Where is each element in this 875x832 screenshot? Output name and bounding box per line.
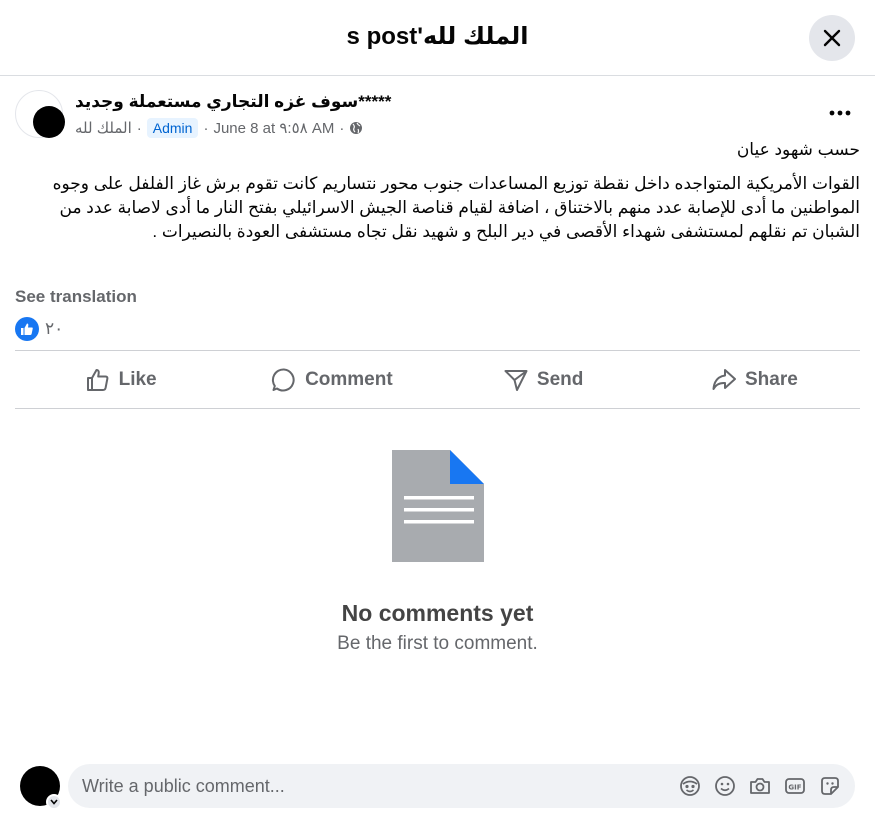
no-comments-title: No comments yet xyxy=(341,600,534,626)
avatar-face-icon xyxy=(679,776,700,796)
reactions-summary[interactable]: ٢٠ xyxy=(15,317,63,341)
like-button[interactable]: Like xyxy=(15,351,226,408)
document-icon xyxy=(391,450,484,562)
thumbs-up-icon xyxy=(86,368,108,391)
post-header: *****سوف غزه التجاري مستعملة وجديد الملك… xyxy=(15,90,860,140)
comment-box: GIF xyxy=(68,764,855,808)
share-button[interactable]: Share xyxy=(649,351,860,408)
post-action-bar: Like Comment Send Share xyxy=(15,351,860,408)
smiley-icon xyxy=(714,776,735,796)
send-icon xyxy=(504,369,528,391)
share-label: Share xyxy=(744,368,798,390)
chevron-down-icon xyxy=(50,799,58,805)
see-translation-link[interactable]: See translation xyxy=(15,287,137,307)
separator-dot: · xyxy=(339,119,345,137)
divider xyxy=(15,408,860,409)
comment-bubble-icon xyxy=(272,368,295,391)
avatar-sticker-button[interactable] xyxy=(672,769,707,804)
no-comments-state: No comments yet Be the first to comment. xyxy=(0,450,875,655)
author-avatar[interactable] xyxy=(33,106,65,138)
post-timestamp[interactable]: June 8 at ٩:٥٨ AM xyxy=(213,119,334,137)
admin-badge: Admin xyxy=(146,118,199,138)
dialog-title: الملك لله's post xyxy=(346,23,529,50)
svg-text:GIF: GIF xyxy=(788,784,801,792)
comment-composer: GIF xyxy=(20,764,860,812)
author-page-name[interactable]: الملك لله xyxy=(75,119,132,137)
send-button[interactable]: Send xyxy=(438,351,649,408)
separator-dot: · xyxy=(203,119,209,137)
post-paragraph: حسب شهود عيان xyxy=(736,140,860,159)
like-reaction-icon xyxy=(15,317,39,341)
gif-button[interactable]: GIF xyxy=(777,769,812,804)
camera-icon xyxy=(749,778,770,794)
comment-button[interactable]: Comment xyxy=(226,351,437,408)
sticker-button[interactable] xyxy=(812,769,847,804)
comment-label: Comment xyxy=(305,368,393,390)
close-icon xyxy=(823,29,841,47)
globe-icon xyxy=(350,122,363,134)
more-options-button[interactable] xyxy=(825,98,855,128)
composer-tools: GIF xyxy=(672,769,847,804)
share-arrow-icon xyxy=(712,368,736,390)
comment-input[interactable] xyxy=(68,775,672,797)
close-button[interactable] xyxy=(809,15,855,61)
emoji-button[interactable] xyxy=(707,769,742,804)
post-paragraph: القوات الأمريكية المتواجده داخل نقطة توز… xyxy=(52,174,860,241)
separator-dot: · xyxy=(136,119,142,137)
no-comments-subtitle: Be the first to comment. xyxy=(337,633,538,654)
photo-button[interactable] xyxy=(742,769,777,804)
sticker-icon xyxy=(820,777,839,795)
gif-icon: GIF xyxy=(784,778,805,794)
post-text: حسب شهود عيان القوات الأمريكية المتواجده… xyxy=(20,138,860,244)
like-label: Like xyxy=(118,368,157,390)
send-label: Send xyxy=(536,368,584,390)
author-name[interactable]: *****سوف غزه التجاري مستعملة وجديد xyxy=(75,92,391,112)
more-dots-icon xyxy=(829,110,851,116)
post-meta: الملك لله · Admin · June 8 at ٩:٥٨ AM · xyxy=(75,118,363,138)
dialog-header: الملك لله's post xyxy=(0,0,875,76)
profile-switch-button[interactable] xyxy=(46,794,62,810)
reaction-count: ٢٠ xyxy=(45,319,64,338)
